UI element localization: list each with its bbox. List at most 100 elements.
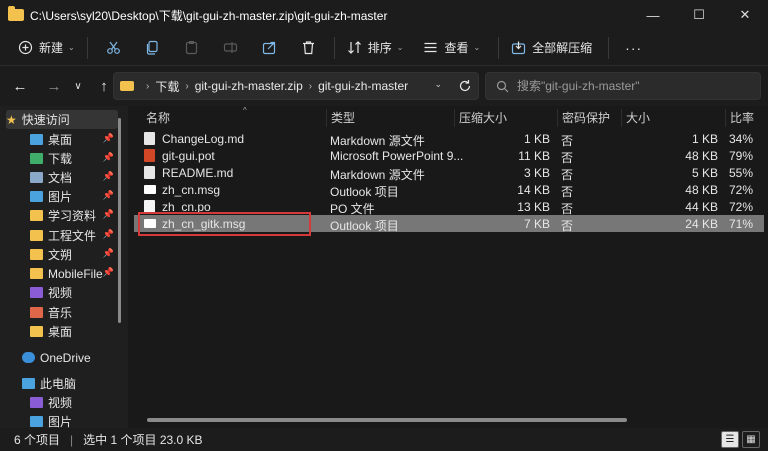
paste-button[interactable] [178, 33, 205, 63]
file-name: README.md [162, 166, 234, 180]
file-size: 24 KB [685, 217, 718, 231]
breadcrumb-zip[interactable]: git-gui-zh-master.zip [195, 79, 303, 93]
view-switcher: ☰ ▦ [718, 431, 760, 448]
rename-button[interactable] [217, 33, 244, 63]
sort-ascending-icon: ^ [243, 106, 247, 115]
sidebar-item-documents[interactable]: 文档 📌 [6, 168, 118, 187]
sidebar-item-label: OneDrive [40, 350, 91, 365]
column-header-name[interactable]: 名称 ^ [142, 106, 324, 127]
extract-icon [512, 41, 526, 55]
forward-button[interactable]: → [41, 72, 67, 100]
close-button[interactable]: ✕ [722, 0, 768, 30]
music-icon [30, 307, 43, 318]
file-ratio: 34% [729, 132, 754, 146]
column-header-type[interactable]: 类型 [326, 109, 452, 127]
back-button[interactable]: ← [7, 72, 33, 100]
clipboard-icon [185, 41, 197, 55]
table-row[interactable]: zh_cn.po PO 文件 13 KB 否 44 KB 72% [134, 198, 764, 216]
search-input[interactable] [517, 79, 747, 93]
sidebar-item-label: 学习资料 [48, 209, 97, 223]
cut-button[interactable] [100, 33, 127, 63]
refresh-button[interactable] [452, 72, 478, 100]
column-header-row: 名称 ^ 类型 压缩大小 密码保护 大小 比率 [128, 106, 768, 128]
computer-icon [22, 378, 35, 389]
breadcrumb-separator-icon: › [185, 80, 189, 92]
table-row[interactable]: git-gui.pot Microsoft PowerPoint 9... 11… [134, 147, 764, 165]
sidebar-item-this-pc[interactable]: 此电脑 [6, 374, 118, 393]
share-button[interactable] [256, 33, 283, 63]
more-options-button[interactable]: ··· [619, 33, 648, 63]
sidebar-item-projects[interactable]: 工程文件 📌 [6, 226, 118, 245]
chevron-down-icon: ⌄ [473, 43, 481, 52]
sort-icon [347, 41, 361, 54]
sidebar-item-wenshuo[interactable]: 文朔 📌 [6, 245, 118, 264]
sort-label: 排序 [367, 41, 392, 55]
extract-all-label: 全部解压缩 [532, 41, 593, 55]
details-view-icon[interactable]: ☰ [721, 431, 739, 448]
video-icon [30, 397, 43, 408]
sidebar-item-onedrive[interactable]: OneDrive [6, 348, 118, 367]
delete-button[interactable] [295, 33, 322, 63]
sidebar-item-desktop-folder[interactable]: 桌面 [6, 322, 118, 341]
breadcrumb-folder[interactable]: git-gui-zh-master [318, 79, 408, 93]
maximize-button[interactable]: ☐ [676, 0, 722, 30]
sidebar-item-desktop[interactable]: 桌面 📌 [6, 130, 118, 149]
toolbar-divider [86, 36, 88, 59]
sidebar-item-downloads[interactable]: 下载 📌 [6, 149, 118, 168]
new-button[interactable]: 新建 ⌄ [12, 33, 81, 63]
share-icon [262, 41, 275, 55]
large-icons-view-icon[interactable]: ▦ [742, 431, 760, 448]
file-ratio: 79% [729, 149, 754, 163]
folder-icon [30, 326, 43, 337]
column-header-packed-size[interactable]: 压缩大小 [454, 109, 556, 127]
sidebar-item-videos[interactable]: 视频 [6, 283, 118, 302]
column-header-size[interactable]: 大小 [621, 109, 723, 127]
file-size: 48 KB [685, 183, 718, 197]
file-name: git-gui.pot [162, 149, 215, 163]
sort-button[interactable]: 排序 ⌄ [341, 33, 410, 63]
breadcrumb-downloads[interactable]: 下载 [155, 78, 179, 95]
folder-icon [30, 210, 43, 221]
minimize-button[interactable]: — [630, 0, 676, 30]
pin-icon: 📌 [102, 190, 114, 200]
view-button[interactable]: 查看 ⌄ [417, 33, 486, 63]
scissors-icon [106, 41, 120, 54]
column-header-password[interactable]: 密码保护 [557, 109, 621, 127]
breadcrumb-separator-icon: › [308, 80, 313, 92]
plus-circle-icon [18, 40, 33, 55]
address-bar[interactable]: › 下载 › git-gui-zh-master.zip › git-gui-z… [113, 72, 479, 100]
file-ratio: 55% [729, 166, 754, 180]
folder-icon [120, 81, 134, 91]
sidebar-scrollbar[interactable] [118, 118, 121, 323]
sidebar-item-study[interactable]: 学习资料 📌 [6, 206, 118, 225]
table-row[interactable]: ChangeLog.md Markdown 源文件 1 KB 否 1 KB 34… [134, 130, 764, 148]
copy-button[interactable] [139, 33, 166, 63]
navigation-bar: ← → ∨ ↑ › 下载 › git-gui-zh-master.zip › g… [0, 66, 768, 106]
navigation-pane: ★ 快速访问 桌面 📌 下载 📌 文档 📌 图片 📌 学习资料 📌 工程文件 📌… [0, 106, 128, 428]
mail-file-icon [144, 219, 156, 228]
sidebar-item-pc-videos[interactable]: 视频 [6, 393, 118, 412]
extract-all-button[interactable]: 全部解压缩 [505, 33, 598, 63]
file-type: Outlook 项目 [330, 219, 399, 233]
pin-icon: 📌 [102, 248, 114, 258]
star-icon: ★ [6, 112, 17, 127]
breadcrumb-separator-icon: › [146, 80, 150, 92]
sidebar-item-mobilefile[interactable]: MobileFile 📌 [6, 264, 118, 283]
sidebar-item-pc-pictures[interactable]: 图片 [6, 412, 118, 428]
horizontal-scrollbar[interactable] [147, 418, 627, 422]
sidebar-item-label: 快速访问 [21, 113, 70, 127]
pin-icon: 📌 [102, 171, 114, 181]
sidebar-item-pictures[interactable]: 图片 📌 [6, 187, 118, 206]
pin-icon: 📌 [102, 209, 114, 219]
title-bar: C:\Users\syl20\Desktop\下载\git-gui-zh-mas… [0, 0, 768, 30]
sidebar-item-quick-access[interactable]: ★ 快速访问 [6, 110, 118, 129]
table-row[interactable]: zh_cn.msg Outlook 项目 14 KB 否 48 KB 72% [134, 181, 764, 199]
search-box[interactable] [485, 72, 761, 100]
table-row-selected[interactable]: zh_cn_gitk.msg Outlook 项目 7 KB 否 24 KB 7… [134, 215, 764, 233]
recent-locations-button[interactable]: ∨ [65, 72, 91, 100]
sidebar-item-music[interactable]: 音乐 [6, 303, 118, 322]
blank-file-icon [144, 200, 155, 213]
table-row[interactable]: README.md Markdown 源文件 3 KB 否 5 KB 55% [134, 164, 764, 182]
address-dropdown-icon[interactable]: ⌄ [434, 79, 442, 90]
column-header-ratio[interactable]: 比率 [725, 109, 768, 127]
